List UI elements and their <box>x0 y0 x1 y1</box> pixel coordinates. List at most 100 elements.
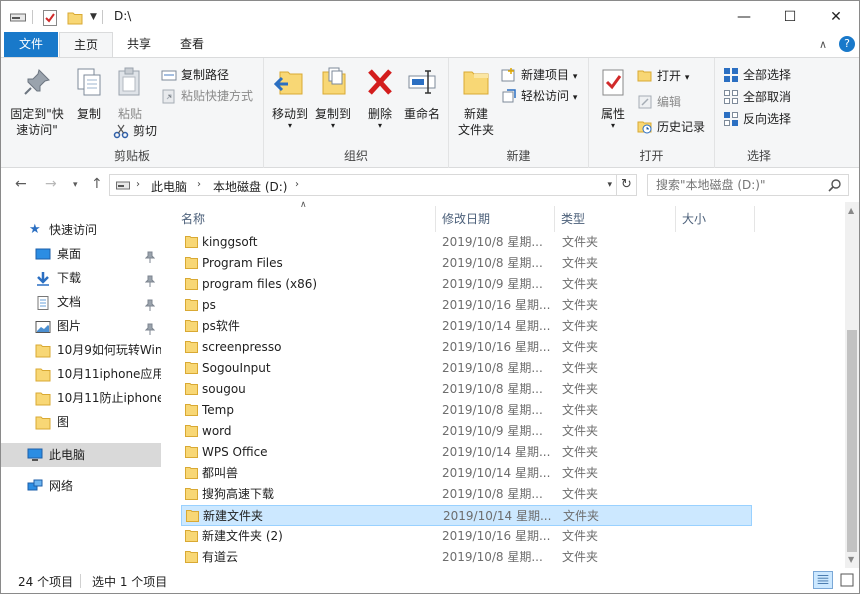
forward-arrow-icon[interactable]: → <box>45 176 57 192</box>
tab-view[interactable]: 查看 <box>165 32 219 57</box>
column-header-type[interactable]: 类型 <box>555 208 675 230</box>
sidebar-item[interactable]: 下载 <box>1 267 161 289</box>
close-button[interactable]: ✕ <box>813 1 859 32</box>
invert-selection-button[interactable]: 反向选择 <box>723 109 791 129</box>
folder-icon <box>185 551 198 563</box>
network-item[interactable]: 网络 <box>1 475 161 497</box>
sidebar-item[interactable]: 桌面 <box>1 243 161 265</box>
sidebar-item[interactable]: 图片 <box>1 315 161 337</box>
file-row[interactable]: program files (x86) 2019/10/9 星期... 文件夹 <box>181 274 752 295</box>
breadcrumb-separator-icon[interactable]: › <box>197 179 201 190</box>
file-row[interactable]: 搜狗高速下载 2019/10/8 星期... 文件夹 <box>181 484 752 505</box>
file-row[interactable]: ps软件 2019/10/14 星期... 文件夹 <box>181 316 752 337</box>
details-view-icon[interactable] <box>813 571 833 589</box>
scrollbar-thumb[interactable] <box>847 330 857 552</box>
file-row[interactable]: 都叫兽 2019/10/14 星期... 文件夹 <box>181 463 752 484</box>
new-folder-icon[interactable] <box>67 10 83 26</box>
folder-icon <box>35 343 51 358</box>
drive-icon[interactable] <box>10 12 26 22</box>
maximize-button[interactable]: ☐ <box>767 1 813 32</box>
scroll-up-icon[interactable]: ▲ <box>848 206 854 215</box>
pin-icon[interactable] <box>144 296 156 311</box>
sidebar-item[interactable]: 10月11iphone应用 <box>1 363 161 385</box>
up-arrow-icon[interactable]: ↑ <box>91 176 103 192</box>
file-row[interactable]: SogouInput 2019/10/8 星期... 文件夹 <box>181 358 752 379</box>
large-icons-view-icon[interactable] <box>837 571 857 589</box>
address-bar[interactable]: › 此电脑 › 本地磁盘 (D:) › ▾ <box>109 174 617 196</box>
tab-share[interactable]: 共享 <box>113 32 165 57</box>
file-row[interactable]: Temp 2019/10/8 星期... 文件夹 <box>181 400 752 421</box>
paste-button[interactable]: 粘贴 <box>111 62 149 122</box>
back-arrow-icon[interactable]: ← <box>15 176 27 192</box>
breadcrumb-separator-icon[interactable]: › <box>136 179 140 190</box>
copy-button[interactable]: 复制 <box>71 62 107 122</box>
sidebar-item[interactable]: 10月9如何玩转Win <box>1 339 161 361</box>
open-dropdown-icon: ▾ <box>684 73 690 83</box>
paste-shortcut-button[interactable]: 粘贴快捷方式 <box>161 86 253 106</box>
file-name: 新建文件夹 (2) <box>202 529 283 543</box>
file-date: 2019/10/14 星期... <box>442 466 551 480</box>
sidebar-item[interactable]: 文档 <box>1 291 161 313</box>
this-pc-item[interactable]: 此电脑 <box>1 443 161 467</box>
file-row[interactable]: 新建文件夹 2019/10/14 星期... 文件夹 <box>181 505 752 526</box>
minimize-button[interactable]: — <box>721 1 767 32</box>
pin-icon[interactable] <box>144 248 156 263</box>
file-row[interactable]: sougou 2019/10/8 星期... 文件夹 <box>181 379 752 400</box>
quick-access-dropdown-icon[interactable]: ▼ <box>90 12 97 22</box>
select-all-button[interactable]: 全部选择 <box>723 65 791 85</box>
history-button[interactable]: 历史记录 <box>637 117 705 137</box>
delete-x-icon <box>368 69 392 95</box>
breadcrumb-this-pc[interactable]: 此电脑 <box>151 178 187 195</box>
cut-button[interactable]: 剪切 <box>113 121 157 141</box>
paste-shortcut-label: 粘贴快捷方式 <box>181 89 254 103</box>
move-to-button[interactable]: 移动到 ▾ <box>268 62 312 130</box>
file-row[interactable]: word 2019/10/9 星期... 文件夹 <box>181 421 752 442</box>
quick-access-item[interactable]: ★ 快速访问 <box>1 219 161 241</box>
file-row[interactable]: Program Files 2019/10/8 星期... 文件夹 <box>181 253 752 274</box>
search-box[interactable] <box>647 174 849 196</box>
column-header-size[interactable]: 大小 <box>676 208 754 230</box>
recent-locations-dropdown-icon[interactable]: ▾ <box>73 180 78 190</box>
copy-path-button[interactable]: 复制路径 <box>161 65 229 85</box>
help-icon[interactable]: ? <box>839 36 855 52</box>
file-row[interactable]: ps 2019/10/16 星期... 文件夹 <box>181 295 752 316</box>
new-item-button[interactable]: 新建项目 ▾ <box>501 65 577 85</box>
column-header-date[interactable]: 修改日期 <box>436 208 554 230</box>
column-header-name[interactable]: 名称 <box>175 208 435 230</box>
search-input[interactable] <box>648 175 824 195</box>
sidebar-item[interactable]: 图 <box>1 411 161 433</box>
file-row[interactable]: 新建文件夹 (2) 2019/10/16 星期... 文件夹 <box>181 526 752 547</box>
vertical-scrollbar[interactable]: ▲ ▼ <box>845 202 859 568</box>
breadcrumb-local-disk[interactable]: 本地磁盘 (D:) <box>213 178 287 195</box>
pin-icon[interactable] <box>144 272 156 287</box>
select-none-button[interactable]: 全部取消 <box>723 87 791 107</box>
edit-button[interactable]: 编辑 <box>637 92 681 112</box>
copy-to-button[interactable]: 复制到 ▾ <box>312 62 354 130</box>
tab-file[interactable]: 文件 <box>4 32 58 57</box>
file-row[interactable]: kinggsoft 2019/10/8 星期... 文件夹 <box>181 232 752 253</box>
breadcrumb-separator-icon[interactable]: › <box>295 179 299 190</box>
sidebar-item[interactable]: 10月11防止iphone <box>1 387 161 409</box>
file-row[interactable]: 有道云 2019/10/8 星期... 文件夹 <box>181 547 752 568</box>
open-button[interactable]: 打开 ▾ <box>637 66 689 86</box>
folder-icon <box>185 488 198 500</box>
tab-home[interactable]: 主页 <box>59 32 113 58</box>
easy-access-dropdown-icon: ▾ <box>572 93 578 103</box>
column-divider[interactable] <box>754 206 755 232</box>
new-folder-button[interactable]: 新建 文件夹 <box>453 62 499 138</box>
address-dropdown-icon[interactable]: ▾ <box>607 180 612 190</box>
pin-quick-access-button[interactable]: 固定到"快 速访问" <box>5 62 69 138</box>
properties-check-icon[interactable] <box>43 10 57 26</box>
search-icon[interactable] <box>828 178 842 192</box>
file-type: 文件夹 <box>563 509 600 523</box>
collapse-ribbon-icon[interactable]: ∧ <box>819 38 827 51</box>
properties-button[interactable]: 属性 ▾ <box>593 62 633 130</box>
scroll-down-icon[interactable]: ▼ <box>848 555 854 564</box>
pin-icon[interactable] <box>144 320 156 335</box>
file-row[interactable]: screenpresso 2019/10/16 星期... 文件夹 <box>181 337 752 358</box>
delete-button[interactable]: 删除 ▾ <box>362 62 398 130</box>
easy-access-button[interactable]: 轻松访问 ▾ <box>501 86 577 106</box>
file-row[interactable]: WPS Office 2019/10/14 星期... 文件夹 <box>181 442 752 463</box>
refresh-icon[interactable]: ↻ <box>617 174 637 196</box>
rename-button[interactable]: 重命名 <box>400 62 444 122</box>
